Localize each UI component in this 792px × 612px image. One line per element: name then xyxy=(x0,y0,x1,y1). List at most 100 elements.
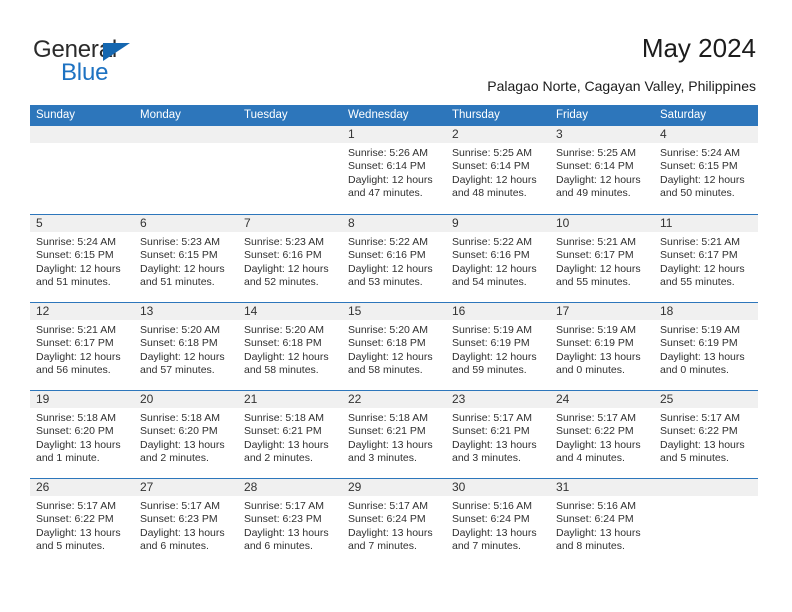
day-cell[interactable]: 16 Sunrise: 5:19 AM Sunset: 6:19 PM Dayl… xyxy=(446,303,550,390)
day-cell[interactable]: 1 Sunrise: 5:26 AM Sunset: 6:14 PM Dayli… xyxy=(342,126,446,214)
day-number: 17 xyxy=(550,303,654,320)
day-cell[interactable]: 19 Sunrise: 5:18 AM Sunset: 6:20 PM Dayl… xyxy=(30,391,134,478)
sunset-text: Sunset: 6:22 PM xyxy=(660,425,738,438)
daylight-text-line2: and 58 minutes. xyxy=(244,364,319,377)
daylight-text-line2: and 0 minutes. xyxy=(556,364,625,377)
day-cell[interactable]: 7 Sunrise: 5:23 AM Sunset: 6:16 PM Dayli… xyxy=(238,215,342,302)
sunset-text: Sunset: 6:14 PM xyxy=(452,160,530,173)
day-details: Sunrise: 5:22 AM Sunset: 6:16 PM Dayligh… xyxy=(446,232,550,290)
daylight-text-line1: Daylight: 12 hours xyxy=(244,350,329,363)
day-cell[interactable]: 27 Sunrise: 5:17 AM Sunset: 6:23 PM Dayl… xyxy=(134,479,238,566)
day-details: Sunrise: 5:24 AM Sunset: 6:15 PM Dayligh… xyxy=(654,143,758,201)
daylight-text-line1: Daylight: 13 hours xyxy=(556,350,641,363)
daylight-text-line2: and 52 minutes. xyxy=(244,276,319,289)
sunset-text: Sunset: 6:17 PM xyxy=(556,249,634,262)
day-details: Sunrise: 5:21 AM Sunset: 6:17 PM Dayligh… xyxy=(550,232,654,290)
day-details: Sunrise: 5:20 AM Sunset: 6:18 PM Dayligh… xyxy=(342,320,446,378)
sunrise-text: Sunrise: 5:18 AM xyxy=(244,412,324,424)
day-number: 31 xyxy=(550,479,654,496)
daylight-text-line2: and 55 minutes. xyxy=(660,276,735,289)
day-number: 23 xyxy=(446,391,550,408)
daylight-text-line2: and 54 minutes. xyxy=(452,276,527,289)
day-number: 13 xyxy=(134,303,238,320)
day-number: 22 xyxy=(342,391,446,408)
day-cell[interactable] xyxy=(30,126,134,214)
day-cell[interactable]: 21 Sunrise: 5:18 AM Sunset: 6:21 PM Dayl… xyxy=(238,391,342,478)
sunset-text: Sunset: 6:19 PM xyxy=(556,337,634,350)
day-cell[interactable]: 5 Sunrise: 5:24 AM Sunset: 6:15 PM Dayli… xyxy=(30,215,134,302)
day-details: Sunrise: 5:26 AM Sunset: 6:14 PM Dayligh… xyxy=(342,143,446,201)
daylight-text-line2: and 2 minutes. xyxy=(244,452,313,465)
daylight-text-line1: Daylight: 12 hours xyxy=(452,350,537,363)
day-cell[interactable]: 14 Sunrise: 5:20 AM Sunset: 6:18 PM Dayl… xyxy=(238,303,342,390)
day-cell[interactable]: 30 Sunrise: 5:16 AM Sunset: 6:24 PM Dayl… xyxy=(446,479,550,566)
day-number: 24 xyxy=(550,391,654,408)
day-cell[interactable]: 3 Sunrise: 5:25 AM Sunset: 6:14 PM Dayli… xyxy=(550,126,654,214)
day-cell[interactable]: 24 Sunrise: 5:17 AM Sunset: 6:22 PM Dayl… xyxy=(550,391,654,478)
day-cell[interactable]: 13 Sunrise: 5:20 AM Sunset: 6:18 PM Dayl… xyxy=(134,303,238,390)
daylight-text-line1: Daylight: 12 hours xyxy=(140,262,225,275)
day-cell[interactable] xyxy=(238,126,342,214)
day-cell[interactable]: 15 Sunrise: 5:20 AM Sunset: 6:18 PM Dayl… xyxy=(342,303,446,390)
daylight-text-line1: Daylight: 13 hours xyxy=(348,526,433,539)
daylight-text-line2: and 56 minutes. xyxy=(36,364,111,377)
logo-text-blue: Blue xyxy=(61,59,109,86)
daylight-text-line2: and 6 minutes. xyxy=(140,540,209,553)
daylight-text-line2: and 59 minutes. xyxy=(452,364,527,377)
sunrise-text: Sunrise: 5:21 AM xyxy=(660,236,740,248)
daylight-text-line1: Daylight: 12 hours xyxy=(244,262,329,275)
day-cell[interactable]: 23 Sunrise: 5:17 AM Sunset: 6:21 PM Dayl… xyxy=(446,391,550,478)
sunset-text: Sunset: 6:19 PM xyxy=(660,337,738,350)
sunset-text: Sunset: 6:22 PM xyxy=(556,425,634,438)
daylight-text-line1: Daylight: 13 hours xyxy=(140,438,225,451)
sunset-text: Sunset: 6:20 PM xyxy=(140,425,218,438)
day-number: 28 xyxy=(238,479,342,496)
day-cell[interactable]: 8 Sunrise: 5:22 AM Sunset: 6:16 PM Dayli… xyxy=(342,215,446,302)
day-cell[interactable]: 26 Sunrise: 5:17 AM Sunset: 6:22 PM Dayl… xyxy=(30,479,134,566)
day-number: 12 xyxy=(30,303,134,320)
day-number: 5 xyxy=(30,215,134,232)
sunset-text: Sunset: 6:24 PM xyxy=(556,513,634,526)
day-details: Sunrise: 5:19 AM Sunset: 6:19 PM Dayligh… xyxy=(446,320,550,378)
day-number: 7 xyxy=(238,215,342,232)
day-cell[interactable]: 20 Sunrise: 5:18 AM Sunset: 6:20 PM Dayl… xyxy=(134,391,238,478)
daylight-text-line1: Daylight: 12 hours xyxy=(556,262,641,275)
sunrise-text: Sunrise: 5:19 AM xyxy=(660,324,740,336)
day-cell[interactable]: 25 Sunrise: 5:17 AM Sunset: 6:22 PM Dayl… xyxy=(654,391,758,478)
sunrise-text: Sunrise: 5:18 AM xyxy=(348,412,428,424)
sunset-text: Sunset: 6:17 PM xyxy=(660,249,738,262)
day-cell[interactable]: 6 Sunrise: 5:23 AM Sunset: 6:15 PM Dayli… xyxy=(134,215,238,302)
day-details: Sunrise: 5:24 AM Sunset: 6:15 PM Dayligh… xyxy=(30,232,134,290)
day-details: Sunrise: 5:25 AM Sunset: 6:14 PM Dayligh… xyxy=(550,143,654,201)
general-blue-logo[interactable]: General Blue xyxy=(33,36,233,86)
day-cell[interactable]: 9 Sunrise: 5:22 AM Sunset: 6:16 PM Dayli… xyxy=(446,215,550,302)
day-number: 15 xyxy=(342,303,446,320)
day-cell[interactable]: 18 Sunrise: 5:19 AM Sunset: 6:19 PM Dayl… xyxy=(654,303,758,390)
day-cell[interactable]: 31 Sunrise: 5:16 AM Sunset: 6:24 PM Dayl… xyxy=(550,479,654,566)
day-cell[interactable]: 12 Sunrise: 5:21 AM Sunset: 6:17 PM Dayl… xyxy=(30,303,134,390)
day-cell[interactable] xyxy=(654,479,758,566)
daylight-text-line1: Daylight: 13 hours xyxy=(244,526,329,539)
day-number: 14 xyxy=(238,303,342,320)
daylight-text-line2: and 4 minutes. xyxy=(556,452,625,465)
day-cell[interactable]: 10 Sunrise: 5:21 AM Sunset: 6:17 PM Dayl… xyxy=(550,215,654,302)
daylight-text-line2: and 53 minutes. xyxy=(348,276,423,289)
daylight-text-line2: and 6 minutes. xyxy=(244,540,313,553)
weekday-header-monday: Monday xyxy=(140,109,181,121)
daylight-text-line2: and 50 minutes. xyxy=(660,187,735,200)
weekday-header-sunday: Sunday xyxy=(36,109,76,121)
day-details: Sunrise: 5:21 AM Sunset: 6:17 PM Dayligh… xyxy=(30,320,134,378)
day-cell[interactable]: 28 Sunrise: 5:17 AM Sunset: 6:23 PM Dayl… xyxy=(238,479,342,566)
day-cell[interactable]: 2 Sunrise: 5:25 AM Sunset: 6:14 PM Dayli… xyxy=(446,126,550,214)
day-cell[interactable]: 17 Sunrise: 5:19 AM Sunset: 6:19 PM Dayl… xyxy=(550,303,654,390)
sunset-text: Sunset: 6:21 PM xyxy=(452,425,530,438)
day-cell[interactable]: 22 Sunrise: 5:18 AM Sunset: 6:21 PM Dayl… xyxy=(342,391,446,478)
day-cell[interactable] xyxy=(134,126,238,214)
sunset-text: Sunset: 6:20 PM xyxy=(36,425,114,438)
sunset-text: Sunset: 6:15 PM xyxy=(36,249,114,262)
weekday-header-thursday: Thursday xyxy=(452,109,500,121)
sunrise-text: Sunrise: 5:17 AM xyxy=(556,412,636,424)
day-cell[interactable]: 11 Sunrise: 5:21 AM Sunset: 6:17 PM Dayl… xyxy=(654,215,758,302)
day-cell[interactable]: 29 Sunrise: 5:17 AM Sunset: 6:24 PM Dayl… xyxy=(342,479,446,566)
day-cell[interactable]: 4 Sunrise: 5:24 AM Sunset: 6:15 PM Dayli… xyxy=(654,126,758,214)
